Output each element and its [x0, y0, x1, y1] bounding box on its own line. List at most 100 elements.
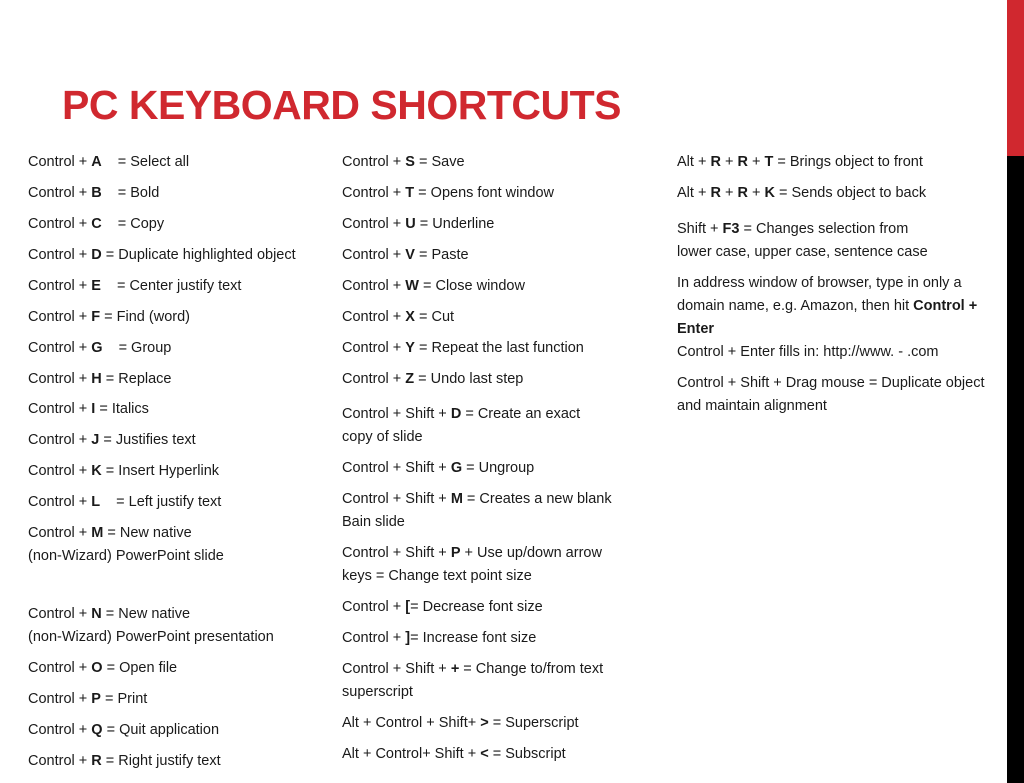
shortcut-key: R [737, 185, 748, 201]
shortcut-text: lower case, upper case, sentence case [677, 244, 928, 260]
shortcut-entry: Alt + Control + Shift+ > = Superscript [342, 712, 579, 735]
shortcut-line: Control + W = Close window [342, 275, 525, 298]
shortcut-key: D [91, 247, 102, 263]
shortcut-entry: In address window of browser, type in on… [677, 272, 977, 364]
shortcut-text: and maintain alignment [677, 398, 827, 414]
shortcut-key: K [764, 185, 775, 201]
shortcut-entry: Control + Z = Undo last step [342, 368, 523, 391]
shortcut-entry: Control + C = Copy [28, 213, 164, 236]
shortcut-text: = Paste [414, 247, 469, 263]
shortcut-entry: Alt + Control+ Shift + < = Subscript [342, 743, 566, 766]
shortcut-line: Control + R = Right justify text [28, 750, 221, 773]
shortcut-text: Control + [28, 309, 92, 325]
shortcut-line: Control + G = Group [28, 337, 171, 360]
shortcut-text: Control + Shift + [342, 460, 451, 476]
shortcut-entry: Alt + R + R + K = Sends object to back [677, 182, 926, 205]
shortcut-text: = Decrease font size [410, 599, 543, 615]
shortcut-key: B [91, 185, 102, 201]
shortcut-line: and maintain alignment [677, 395, 984, 418]
shortcut-entry: Control + ]= Increase font size [342, 627, 536, 650]
shortcut-text: Control + [28, 340, 92, 356]
shortcut-text: Control + [28, 154, 92, 170]
shortcut-line: Control + Q = Quit application [28, 719, 219, 742]
shortcut-text: Control + [28, 278, 92, 294]
shortcut-text: = Repeat the last function [414, 340, 584, 356]
shortcut-entry: Control + D = Duplicate highlighted obje… [28, 244, 296, 267]
page-title: PC KEYBOARD SHORTCUTS [62, 82, 621, 128]
shortcut-line: Control + J = Justifies text [28, 429, 196, 452]
shortcut-key: W [405, 278, 419, 294]
shortcut-entry: Control + L = Left justify text [28, 491, 221, 514]
shortcut-line: Control + B = Bold [28, 182, 159, 205]
shortcut-text: Alt + Control+ Shift + [342, 746, 481, 762]
shortcut-text: Control + [28, 401, 92, 417]
shortcut-text: Control + [28, 494, 92, 510]
shortcut-text: Control + [28, 432, 92, 448]
shortcut-line: Control + ]= Increase font size [342, 627, 536, 650]
shortcut-text: = Replace [101, 371, 172, 387]
shortcut-text: = Undo last step [414, 371, 524, 387]
shortcut-entry: Control + Shift + D = Create an exact cop… [342, 403, 580, 449]
shortcut-key: L [91, 494, 101, 510]
shortcut-text: Control + [342, 185, 406, 201]
shortcut-line: Control + Enter fills in: http://www. - … [677, 341, 977, 364]
shortcut-line: Control + C = Copy [28, 213, 164, 236]
shortcut-line: domain name, e.g. Amazon, then hit Contr… [677, 295, 977, 318]
shortcut-text: = Subscript [488, 746, 566, 762]
shortcut-line: Shift + F3 = Changes selection from [677, 218, 928, 241]
shortcut-key: P [91, 691, 101, 707]
shortcut-text: = Brings object to front [773, 154, 923, 170]
shortcut-key: F [91, 309, 101, 325]
shortcut-key: R [737, 154, 748, 170]
shortcut-key: > [480, 715, 489, 731]
shortcut-text: = Underline [415, 216, 495, 232]
shortcut-text: = Group [118, 340, 172, 356]
shortcut-key: M [450, 491, 463, 507]
shortcut-text: = Superscript [488, 715, 579, 731]
shortcut-text: Control + [28, 185, 92, 201]
shortcut-key: F3 [722, 221, 740, 237]
shortcut-text: = Print [100, 691, 148, 707]
shortcut-text: (non-Wizard) PowerPoint slide [28, 548, 224, 564]
shortcut-entry: Control + G = Group [28, 337, 171, 360]
shortcut-line: Control + X = Cut [342, 306, 454, 329]
shortcut-key: C [91, 216, 102, 232]
shortcut-text: = Center justify text [116, 278, 242, 294]
shortcut-key: V [405, 247, 415, 263]
shortcut-line: (non-Wizard) PowerPoint presentation [28, 626, 274, 649]
shortcut-entry: Control + Shift + Drag mouse = Duplicate… [677, 372, 984, 418]
shortcut-entry: Control + F = Find (word) [28, 306, 190, 329]
shortcut-text: Control + [342, 247, 406, 263]
shortcut-text: = Duplicate highlighted object [101, 247, 296, 263]
shortcut-line: Alt + R + R + K = Sends object to back [677, 182, 926, 205]
shortcut-key: + [450, 661, 460, 677]
shortcut-text: = New native [101, 606, 191, 622]
shortcut-entry: Control + Shift + M = Creates a new blan… [342, 488, 612, 534]
shortcut-key: R [710, 185, 721, 201]
shortcut-text: = Save [414, 154, 465, 170]
shortcut-line: Alt + Control+ Shift + < = Subscript [342, 743, 566, 766]
shortcut-text: Control + [28, 753, 92, 769]
shortcut-line: In address window of browser, type in on… [677, 272, 977, 295]
shortcut-text: Control + Shift + Drag mouse = Duplicate… [677, 375, 985, 391]
shortcut-text: superscript [342, 684, 413, 700]
shortcut-entry: Control + V = Paste [342, 244, 469, 267]
shortcut-text: keys = Change text point size [342, 568, 532, 584]
shortcut-text: = Insert Hyperlink [101, 463, 220, 479]
shortcut-entry: Shift + F3 = Changes selection from lower… [677, 218, 928, 264]
shortcut-line: Control + M = New native [28, 522, 224, 545]
shortcut-entry: Control + E = Center justify text [28, 275, 241, 298]
shortcut-text: Control + [28, 371, 92, 387]
shortcut-entry: Control + Q = Quit application [28, 719, 219, 742]
shortcut-text: = Ungroup [462, 460, 535, 476]
shortcut-entry: Control + W = Close window [342, 275, 525, 298]
shortcut-text: (non-Wizard) PowerPoint presentation [28, 629, 274, 645]
shortcut-line: Control + K = Insert Hyperlink [28, 460, 219, 483]
shortcut-text: = Left justify text [116, 494, 222, 510]
shortcut-text: Control + [28, 660, 92, 676]
shortcut-line: (non-Wizard) PowerPoint slide [28, 545, 224, 568]
shortcut-entry: Control + Shift + G = Ungroup [342, 457, 534, 480]
shortcut-entry: Control + A = Select all [28, 151, 189, 174]
shortcut-entry: Control + H = Replace [28, 368, 172, 391]
shortcut-line: Alt + R + R + T = Brings object to front [677, 151, 923, 174]
